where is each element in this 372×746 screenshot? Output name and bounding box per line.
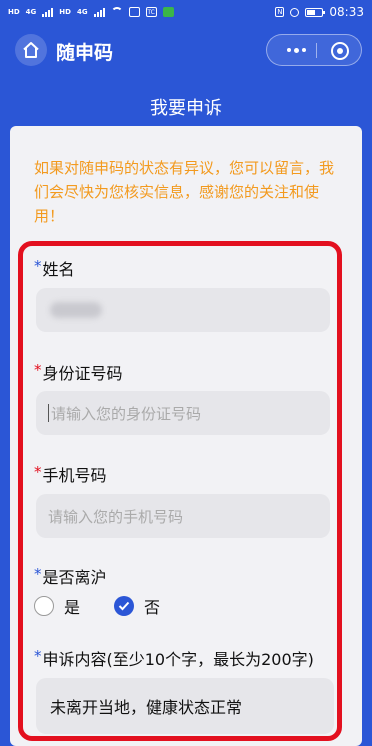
app-title: 随申码 (56, 42, 114, 64)
more-dot-icon (301, 48, 306, 52)
appeal-content-value: 未离开当地，健康状态正常 (50, 698, 243, 717)
appeal-card: 如果对随申码的状态有异议，您可以留言，我们会尽快为您核实信息，感谢您的关注和使用… (10, 126, 362, 746)
name-label-text: 姓名 (42, 260, 75, 279)
battery-icon (305, 7, 326, 17)
status-time: 08:33 (329, 5, 364, 19)
phone-label-text: 手机号码 (42, 466, 107, 485)
id-label-text: 身份证号码 (42, 364, 123, 383)
check-icon (118, 601, 130, 611)
alarm-icon (290, 7, 300, 17)
phone-field[interactable]: 请输入您的手机号码 (36, 494, 330, 538)
name-label: *姓名 (34, 256, 75, 280)
network-type-d: 4G (76, 7, 88, 16)
status-bar: HD 4G HD 4G TC N 08:33 (0, 0, 372, 24)
id-number-placeholder: 请输入您的身份证号码 (51, 404, 202, 423)
appeal-label-text: 申诉内容(至少10个字，最长为200字) (42, 650, 314, 669)
more-dot-icon (286, 48, 291, 52)
id-number-field[interactable]: 请输入您的身份证号码 (36, 391, 330, 435)
required-star: * (34, 565, 42, 583)
close-miniprogram-button[interactable] (331, 42, 349, 60)
required-star: * (34, 463, 42, 481)
radio-yes-label[interactable]: 是 (64, 594, 80, 618)
id-label: *身份证号码 (34, 360, 123, 384)
notice-text: 如果对随申码的状态有异议，您可以留言，我们会尽快为您核实信息，感谢您的关注和使用… (34, 159, 335, 225)
signal-icon (42, 7, 54, 17)
status-left: HD 4G HD 4G TC (8, 7, 174, 17)
required-star: * (34, 361, 42, 379)
wifi-icon (110, 7, 123, 17)
status-right: N 08:33 (275, 5, 364, 19)
left-shanghai-label-text: 是否离沪 (42, 568, 107, 587)
left-shanghai-options: 是 否 (34, 594, 160, 618)
green-app-icon (162, 7, 174, 17)
network-type-c: HD (59, 7, 71, 16)
redacted-name (50, 302, 102, 318)
home-icon (23, 42, 39, 58)
name-field[interactable] (36, 288, 330, 332)
radio-no-label[interactable]: 否 (144, 594, 160, 618)
phone-label: *手机号码 (34, 462, 107, 486)
network-type-a: HD (8, 7, 20, 16)
required-star: * (34, 647, 42, 665)
capsule-divider (316, 43, 317, 58)
radio-yes[interactable] (34, 596, 54, 616)
phone-placeholder: 请输入您的手机号码 (48, 507, 184, 526)
battery-fill (307, 9, 316, 15)
appeal-content-field[interactable]: 未离开当地，健康状态正常 (36, 678, 334, 734)
signal-icon-2 (93, 7, 105, 17)
home-button[interactable] (15, 34, 47, 66)
more-dot-icon (293, 47, 299, 53)
radio-no[interactable] (114, 596, 135, 616)
text-cursor (48, 404, 49, 422)
required-star: * (34, 257, 42, 275)
more-menu-button[interactable] (279, 35, 313, 65)
tc-app-icon: TC (145, 7, 157, 17)
notification-app-icon (128, 7, 140, 17)
miniprogram-capsule (266, 34, 362, 66)
left-shanghai-label: *是否离沪 (34, 564, 107, 588)
appeal-label: *申诉内容(至少10个字，最长为200字) (34, 646, 314, 670)
nfc-icon: N (275, 7, 285, 17)
page-title: 我要申诉 (150, 98, 222, 119)
network-type-b: 4G (25, 7, 37, 16)
nav-bar: 随申码 (0, 24, 372, 76)
